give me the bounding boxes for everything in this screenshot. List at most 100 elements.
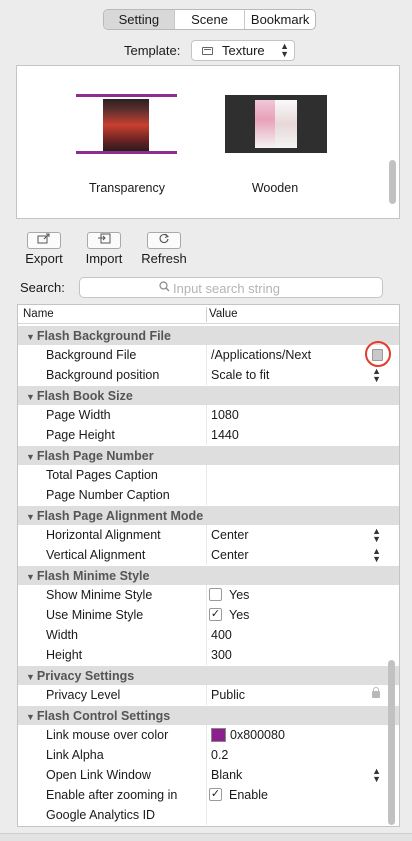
updown-arrows-icon[interactable]: ▲ ▼ [372,765,381,784]
property-value[interactable]: 1080 [211,405,239,425]
column-header-name[interactable]: Name [23,308,54,320]
refresh-button[interactable] [147,232,181,249]
property-name: Page Width [46,408,111,422]
property-name: Show Minime Style [46,588,153,602]
property-row[interactable]: Google Analytics ID [18,805,399,825]
export-label: Export [25,251,63,266]
grid-header: Name Value [18,305,399,324]
updown-arrows-icon[interactable]: ▲ ▼ [372,545,381,564]
search-icon [159,281,170,295]
property-value[interactable]: Center [211,525,249,545]
property-row[interactable]: Privacy Level Public [18,685,399,705]
updown-arrows-icon[interactable]: ▲ ▼ [372,365,381,384]
wooden-thumbnail[interactable] [225,95,327,153]
property-row[interactable]: Page Number Caption [18,485,399,505]
wooden-label: Wooden [251,181,299,195]
window-icon [202,47,213,55]
property-value[interactable]: 0.2 [211,745,228,765]
disclosure-triangle-icon: ▼ [26,712,35,722]
property-name: Use Minime Style [46,608,144,622]
checkbox-label: Yes [229,608,250,622]
category-flash-background-file[interactable]: ▼ Flash Background File [18,325,399,345]
disclosure-triangle-icon: ▼ [26,572,35,582]
export-button[interactable] [27,232,61,249]
disclosure-triangle-icon: ▼ [26,672,35,682]
lock-icon [372,687,380,698]
category-title: Flash Book Size [36,389,133,403]
property-row[interactable]: Enable after zooming in ✓ Enable [18,785,399,805]
book-cover-image [103,99,149,151]
search-input[interactable] [173,280,373,296]
transparency-thumbnail[interactable] [76,94,177,154]
preview-scrollbar[interactable] [389,160,396,204]
color-swatch[interactable] [211,728,226,742]
book-left-page-image [255,100,275,148]
disclosure-triangle-icon: ▼ [26,512,35,522]
property-value[interactable]: 400 [211,625,232,645]
checkbox-label: Yes [229,588,250,602]
property-row[interactable]: Use Minime Style ✓ Yes [18,605,399,625]
highlight-ring [365,341,391,367]
category-title: Flash Control Settings [36,709,171,723]
property-value[interactable]: Public [211,685,245,705]
import-button[interactable] [87,232,121,249]
category-privacy-settings[interactable]: ▼ Privacy Settings [18,665,399,685]
property-row[interactable]: Background position Scale to fit ▲ ▼ [18,365,399,385]
property-row[interactable]: Link mouse over color 0x800080 [18,725,399,745]
property-row[interactable]: Total Pages Caption [18,465,399,485]
refresh-action: Refresh [134,232,194,266]
property-row[interactable]: Vertical Alignment Center ▲ ▼ [18,545,399,565]
updown-arrows-icon[interactable]: ▲ ▼ [372,525,381,544]
top-tab-bar: Setting Scene Bookmark [103,9,316,30]
category-flash-book-size[interactable]: ▼ Flash Book Size [18,385,399,405]
property-row[interactable]: Show Minime Style Yes [18,585,399,605]
property-row[interactable]: Horizontal Alignment Center ▲ ▼ [18,525,399,545]
import-icon [98,233,111,244]
search-field [79,277,383,298]
property-name: Width [46,628,78,642]
template-select[interactable]: Texture ▲ ▼ [191,40,295,61]
column-divider[interactable] [206,307,207,322]
property-name: Horizontal Alignment [46,528,161,542]
tab-scene[interactable]: Scene [175,10,246,29]
property-row[interactable]: Open Link Window Blank ▲ ▼ [18,765,399,785]
grid-body: ▼ Flash Background File Background File/A… [18,325,399,826]
property-value[interactable]: Scale to fit [211,365,269,385]
search-label: Search: [20,280,65,295]
enable-after-zoom-checkbox[interactable]: ✓ [209,788,222,801]
refresh-icon [159,233,169,243]
property-name: Total Pages Caption [46,468,158,482]
category-flash-control-settings[interactable]: ▼ Flash Control Settings [18,705,399,725]
category-flash-page-number[interactable]: ▼ Flash Page Number [18,445,399,465]
use-minime-checkbox[interactable]: ✓ [209,608,222,621]
property-value[interactable]: 300 [211,645,232,665]
export-action: Export [14,232,74,266]
tab-setting[interactable]: Setting [104,10,175,29]
show-minime-checkbox[interactable] [209,588,222,601]
template-selected-value: Texture [222,43,265,58]
property-value[interactable]: /Applications/Next [211,345,311,365]
property-name: Vertical Alignment [46,548,146,562]
property-row[interactable]: Background File/Applications/Next [18,341,399,367]
property-name: Page Number Caption [46,488,170,502]
category-flash-page-alignment-mode[interactable]: ▼ Flash Page Alignment Mode [18,505,399,525]
template-row: Template: Texture ▲ ▼ [0,40,412,62]
property-value[interactable]: 1440 [211,425,239,445]
disclosure-triangle-icon: ▼ [26,452,35,462]
property-row[interactable]: Width 400 [18,625,399,645]
property-row[interactable]: Page Height 1440 [18,425,399,445]
property-row[interactable]: Link Alpha 0.2 [18,745,399,765]
category-flash-minime-style[interactable]: ▼ Flash Minime Style [18,565,399,585]
column-header-value[interactable]: Value [209,308,238,320]
property-value[interactable]: Center [211,545,249,565]
property-name: Enable after zooming in [46,788,178,802]
template-preview-panel: Transparency Wooden [16,65,400,219]
property-row[interactable]: Page Width 1080 [18,405,399,425]
tab-bookmark[interactable]: Bookmark [245,10,315,29]
updown-arrows-icon: ▲ ▼ [280,41,289,59]
category-title: Flash Background File [36,329,171,343]
property-value[interactable]: Blank [211,765,242,785]
property-name: Link Alpha [46,748,104,762]
grid-scrollbar[interactable] [388,660,395,825]
property-row[interactable]: Height 300 [18,645,399,665]
